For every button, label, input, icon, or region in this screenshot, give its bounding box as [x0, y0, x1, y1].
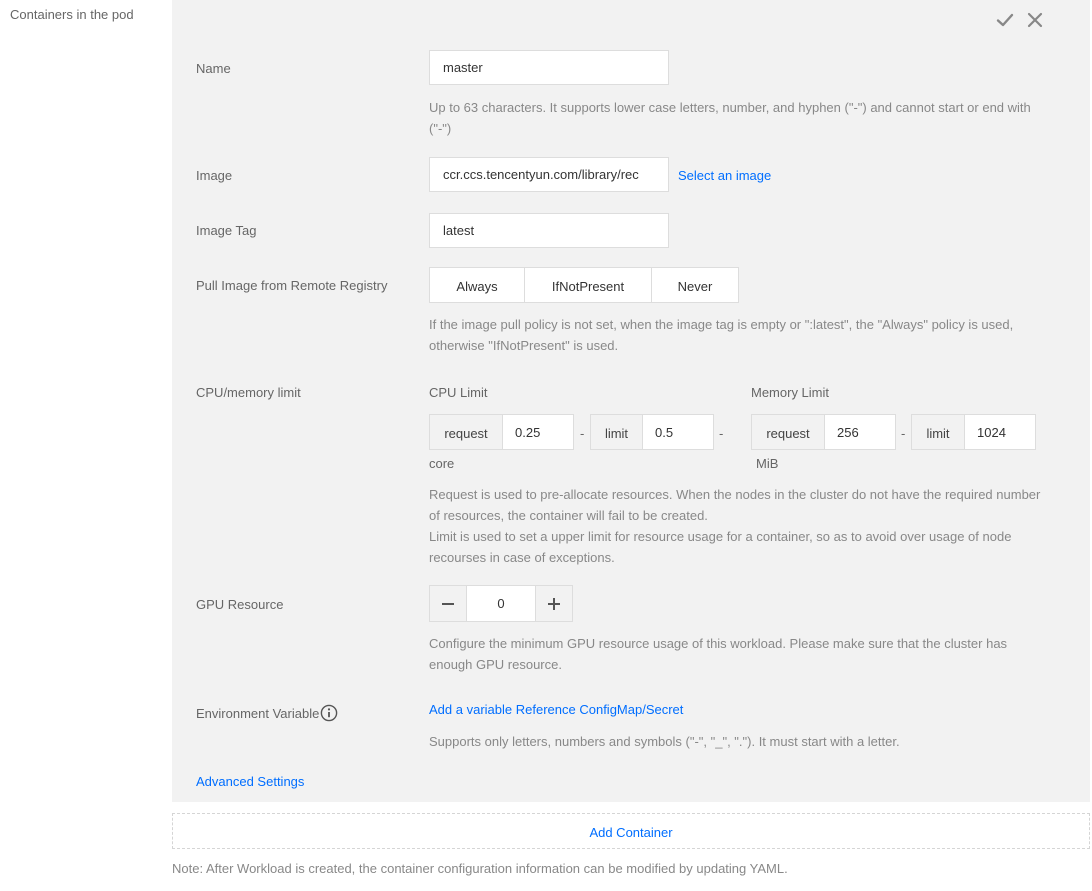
- add-variable-link[interactable]: Add a variable: [429, 702, 512, 717]
- gpu-label: GPU Resource: [196, 597, 284, 612]
- pull-option-never[interactable]: Never: [651, 268, 738, 302]
- gpu-help: Configure the minimum GPU resource usage…: [429, 636, 1008, 672]
- panel-actions: [996, 11, 1044, 29]
- memory-limit-input[interactable]: 1024: [964, 414, 1036, 450]
- add-container-button[interactable]: Add Container: [172, 813, 1090, 849]
- cpu-request-input[interactable]: 0.25: [502, 414, 574, 450]
- cpu-limit-addon: limit: [590, 414, 643, 450]
- advanced-settings-link[interactable]: Advanced Settings: [196, 774, 304, 789]
- name-help: Up to 63 characters. It supports lower c…: [429, 100, 1031, 136]
- resources-help-limit: Limit is used to set a upper limit for r…: [429, 529, 1012, 565]
- info-icon[interactable]: [320, 704, 338, 722]
- resources-label: CPU/memory limit: [196, 385, 301, 400]
- env-label-row: Environment Variable: [196, 704, 338, 722]
- image-tag-input[interactable]: latest: [429, 213, 669, 248]
- pull-policy-label: Pull Image from Remote Registry: [196, 278, 388, 293]
- select-image-link[interactable]: Select an image: [678, 168, 771, 183]
- pull-option-ifnotpresent[interactable]: IfNotPresent: [524, 268, 651, 302]
- cpu-request-addon: request: [429, 414, 503, 450]
- memory-limit-title: Memory Limit: [751, 385, 830, 400]
- name-input[interactable]: master: [429, 50, 669, 85]
- pull-option-always[interactable]: Always: [430, 268, 524, 302]
- gpu-value-input[interactable]: 0: [466, 586, 536, 621]
- section-label: Containers in the pod: [10, 7, 134, 22]
- image-input[interactable]: ccr.ccs.tencentyun.com/library/rec: [429, 157, 669, 192]
- gpu-stepper: 0: [429, 585, 573, 622]
- cpu-limit-title: CPU Limit: [429, 385, 488, 400]
- resources-help-request: Request is used to pre-allocate resource…: [429, 487, 1041, 523]
- memory-request-addon: request: [751, 414, 825, 450]
- check-icon[interactable]: [996, 11, 1014, 29]
- plus-icon[interactable]: [536, 586, 572, 621]
- memory-request-input[interactable]: 256: [824, 414, 896, 450]
- memory-limit-addon: limit: [911, 414, 965, 450]
- cpu-separator: -: [580, 426, 585, 441]
- env-links: Add a variable Reference ConfigMap/Secre…: [429, 702, 683, 717]
- env-help: Supports only letters, numbers and symbo…: [429, 734, 900, 749]
- close-icon[interactable]: [1026, 11, 1044, 29]
- image-label: Image: [196, 168, 233, 183]
- cpu-separator-2: -: [719, 426, 724, 441]
- memory-separator: -: [901, 426, 906, 441]
- pull-policy-selector: Always IfNotPresent Never: [429, 267, 739, 303]
- yaml-note: Note: After Workload is created, the con…: [172, 861, 788, 876]
- name-label: Name: [196, 61, 231, 76]
- minus-icon[interactable]: [430, 586, 466, 621]
- pull-policy-help: If the image pull policy is not set, whe…: [429, 317, 1014, 353]
- image-tag-label: Image Tag: [196, 223, 257, 238]
- cpu-unit: core: [429, 456, 455, 471]
- cpu-limit-input[interactable]: 0.5: [642, 414, 714, 450]
- reference-configmap-link[interactable]: Reference ConfigMap/Secret: [516, 702, 684, 717]
- memory-unit: MiB: [756, 456, 779, 471]
- env-label: Environment Variable: [196, 705, 320, 721]
- container-panel: Name master Up to 63 characters. It supp…: [172, 0, 1090, 802]
